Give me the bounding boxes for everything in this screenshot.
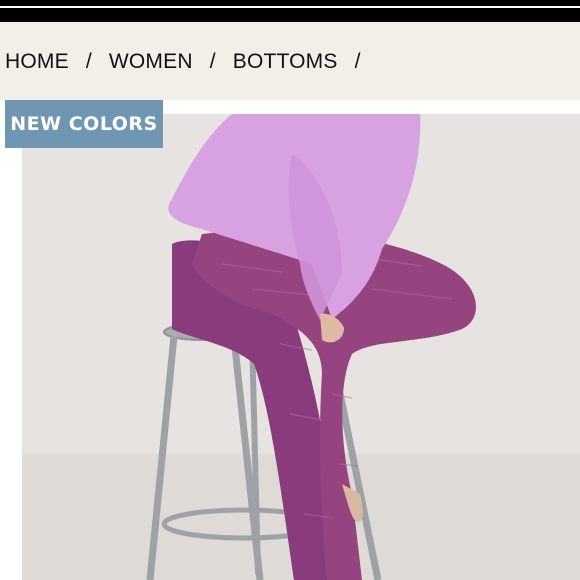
product-photo-illustration — [22, 114, 580, 580]
top-bar — [0, 0, 580, 22]
breadcrumb-women[interactable]: WOMEN — [109, 50, 193, 74]
breadcrumb-separator: / — [85, 50, 92, 73]
breadcrumb-bottoms[interactable]: BOTTOMS — [233, 50, 338, 74]
breadcrumb: HOME / WOMEN / BOTTOMS / — [5, 50, 378, 74]
product-image[interactable] — [22, 114, 580, 580]
new-colors-badge: NEW COLORS — [5, 100, 163, 148]
top-bar-divider — [0, 6, 580, 8]
breadcrumb-separator: / — [354, 50, 361, 73]
image-left-margin — [0, 114, 22, 580]
breadcrumb-separator: / — [209, 50, 216, 73]
breadcrumb-home[interactable]: HOME — [5, 50, 69, 74]
